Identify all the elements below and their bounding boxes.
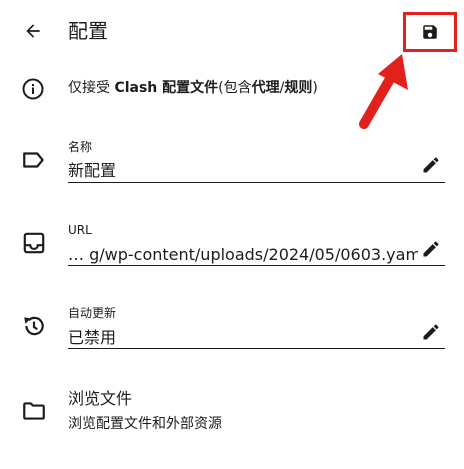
url-label: URL bbox=[68, 223, 92, 237]
name-underline bbox=[68, 182, 445, 183]
inbox-icon bbox=[23, 232, 45, 254]
profile-screen: 配置 仅接受 Clash 配置文件(包含代理/规则) 名称 新配置 URL … … bbox=[0, 0, 464, 469]
edit-auto-update-button[interactable] bbox=[421, 322, 441, 342]
auto-update-underline bbox=[68, 348, 445, 349]
arrow-left-icon bbox=[26, 24, 40, 38]
label-tag-icon bbox=[23, 152, 44, 168]
folder-icon bbox=[23, 402, 45, 420]
page-title: 配置 bbox=[68, 19, 108, 43]
url-value[interactable]: … g/wp-content/uploads/2024/05/0603.yam bbox=[68, 244, 418, 266]
annotation-arrow-icon bbox=[359, 54, 408, 129]
name-value[interactable]: 新配置 bbox=[68, 160, 418, 182]
edit-url-button[interactable] bbox=[421, 239, 441, 259]
name-label: 名称 bbox=[68, 140, 93, 154]
browse-files-title: 浏览文件 bbox=[68, 389, 133, 408]
auto-update-value[interactable]: 已禁用 bbox=[68, 327, 418, 349]
auto-update-label: 自动更新 bbox=[68, 306, 117, 320]
back-button[interactable] bbox=[20, 18, 46, 44]
history-clock-icon bbox=[24, 316, 44, 336]
info-icon bbox=[22, 78, 44, 100]
info-message: 仅接受 Clash 配置文件(包含代理/规则) bbox=[68, 80, 318, 96]
edit-name-button[interactable] bbox=[421, 155, 441, 175]
url-underline bbox=[68, 265, 445, 266]
browse-files-subtitle: 浏览配置文件和外部资源 bbox=[68, 416, 222, 432]
save-icon bbox=[423, 25, 437, 39]
save-button[interactable] bbox=[403, 12, 457, 52]
